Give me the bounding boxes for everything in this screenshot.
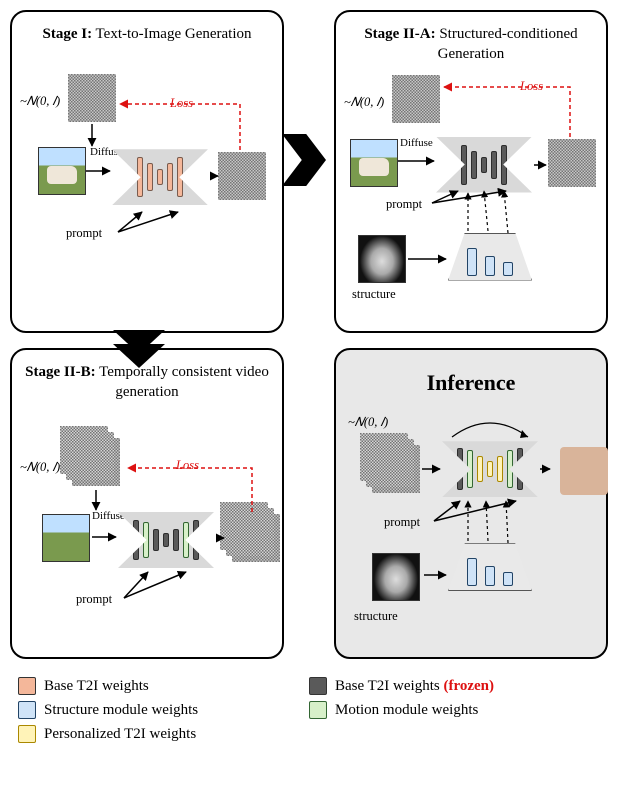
legend-label: Motion module weights (335, 702, 478, 719)
output-noise-icon (218, 152, 266, 200)
legend: Base T2I weights Base T2I weights (froze… (10, 677, 608, 743)
structure-adapter-icon (448, 233, 532, 281)
noise-dist-label: ~𝑁(0, 𝐼) (348, 415, 388, 430)
legend-label: Structure module weights (44, 702, 198, 719)
title-rest: Structured-conditioned Generation (436, 26, 578, 62)
title-bold: Stage II-B: (25, 364, 95, 380)
legend-item-motion: Motion module weights (309, 701, 600, 719)
legend-item-pers: Personalized T2I weights (18, 725, 309, 743)
noise-dist-label: ~𝑁(0, 𝐼) (20, 94, 60, 109)
scene-stage-2a: ~𝑁(0, 𝐼) Diffuse prompt structure (344, 75, 598, 323)
loss-label: Loss (176, 458, 199, 473)
title-bold: Stage I: (42, 26, 92, 42)
noise-dist-label: ~𝑁(0, 𝐼) (20, 460, 60, 475)
panel-inference: Inference ~𝑁(0, 𝐼) prompt structure (334, 348, 608, 660)
input-image-icon (350, 139, 398, 187)
loss-label: Loss (520, 79, 543, 94)
title-bold: Stage II-A: (364, 26, 435, 42)
panel-title: Stage I: Text-to-Image Generation (20, 24, 274, 44)
structure-label: structure (352, 287, 396, 302)
legend-item-struct: Structure module weights (18, 701, 309, 719)
arrows-overlay (344, 75, 598, 323)
structure-adapter-icon (448, 543, 532, 591)
prompt-label: prompt (384, 515, 420, 530)
output-noise-icon (548, 139, 596, 187)
legend-item-base-frozen: Base T2I weights (frozen) (309, 677, 600, 695)
scene-inference: ~𝑁(0, 𝐼) prompt structure (344, 411, 598, 649)
prompt-label: prompt (386, 197, 422, 212)
swatch-pers-icon (18, 725, 36, 743)
title-rest: Text-to-Image Generation (92, 26, 251, 42)
loss-label: Loss (170, 96, 193, 111)
panel-stage-2b: Stage II-B: Temporally consistent video … (10, 348, 284, 660)
prompt-label: prompt (76, 592, 112, 607)
structure-stack-icon (372, 553, 420, 601)
swatch-base-frozen-icon (309, 677, 327, 695)
swatch-motion-icon (309, 701, 327, 719)
legend-item-base: Base T2I weights (18, 677, 309, 695)
output-video-stack-icon (560, 447, 608, 495)
input-noise-stack-icon (372, 445, 420, 493)
legend-label-pre: Base T2I weights (335, 678, 443, 694)
legend-label: Personalized T2I weights (44, 726, 196, 743)
diffuse-label: Diffuse (400, 137, 433, 149)
input-noise-icon (392, 75, 440, 123)
unet-icon (118, 512, 214, 568)
unet-icon (436, 137, 532, 193)
structure-image-icon (358, 235, 406, 283)
panel-title: Stage II-A: Structured-conditioned Gener… (344, 24, 598, 65)
panel-stage-2a: Stage II-A: Structured-conditioned Gener… (334, 10, 608, 333)
unet-icon (112, 149, 208, 205)
scene-stage-1: ~𝑁(0, 𝐼) Diffuse prompt Loss (20, 54, 274, 274)
scene-stage-2b: ~𝑁(0, 𝐼) Diffuse prompt Loss (20, 412, 274, 632)
unet-icon (442, 441, 538, 497)
panel-title: Inference (344, 368, 598, 398)
output-noise-stack-icon (232, 514, 280, 562)
panel-stage-1: Stage I: Text-to-Image Generation ~𝑁(0, … (10, 10, 284, 333)
input-noise-stack-icon (72, 438, 120, 486)
diffuse-label: Diffuse (92, 510, 125, 522)
swatch-base-icon (18, 677, 36, 695)
legend-label: Base T2I weights (frozen) (335, 678, 494, 695)
diagram-grid: Stage I: Text-to-Image Generation ~𝑁(0, … (10, 10, 608, 659)
input-video-stack-icon (42, 514, 90, 562)
chevron-down-icon (113, 330, 165, 370)
legend-label: Base T2I weights (44, 678, 149, 695)
legend-label-frozen: (frozen) (443, 678, 494, 694)
noise-dist-label: ~𝑁(0, 𝐼) (344, 95, 384, 110)
prompt-label: prompt (66, 226, 102, 241)
input-image-icon (38, 147, 86, 195)
structure-label: structure (354, 609, 398, 624)
input-noise-icon (68, 74, 116, 122)
swatch-struct-icon (18, 701, 36, 719)
